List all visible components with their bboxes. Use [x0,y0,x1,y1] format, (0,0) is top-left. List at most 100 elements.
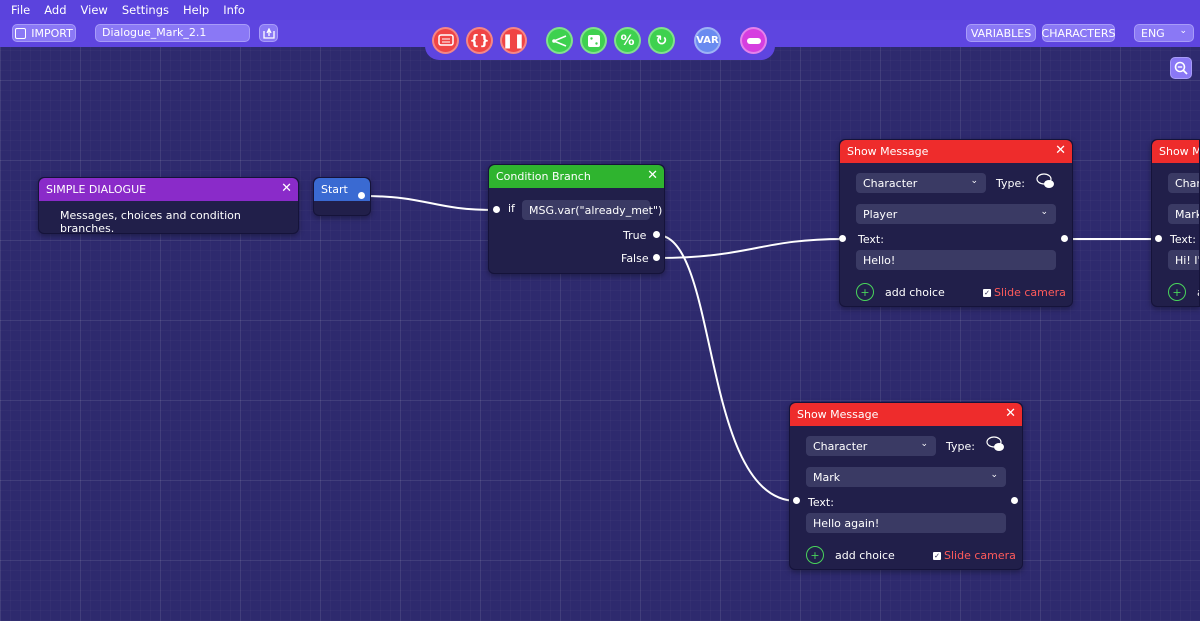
import-label: IMPORT [31,26,73,40]
message-node-button[interactable] [432,27,459,54]
true-output-port[interactable] [653,231,660,238]
false-output-port[interactable] [653,254,660,261]
filename-input[interactable]: Dialogue_Mark_2.1 [95,24,250,42]
message-node-title: Show Me [1159,145,1199,158]
import-button[interactable]: IMPORT [12,24,76,42]
comment-icon [746,37,761,44]
pause-node-button[interactable]: ❚❚ [500,27,527,54]
close-icon[interactable]: ✕ [1055,143,1066,158]
characters-button[interactable]: CHARACTERS [1042,24,1116,42]
wire-true-to-mark-message [656,234,798,502]
true-label: True [623,229,647,242]
menu-settings[interactable]: Settings [122,3,169,17]
menu-info[interactable]: Info [223,3,245,17]
condition-branch-node[interactable]: Condition Branch ✕ if MSG.var("already_m… [488,164,665,274]
variables-button[interactable]: VARIABLES [966,24,1036,42]
add-choice-button[interactable]: + [1168,283,1186,301]
slide-camera-checkbox[interactable]: ✓ [983,289,991,297]
start-node-title: Start [321,183,348,196]
chevron-down-icon: ⌄ [1179,26,1187,36]
add-choice-label: a [1197,286,1199,299]
random-node-button[interactable] [580,27,607,54]
var-node-button[interactable]: VAR [694,27,721,54]
intro-node-header[interactable]: SIMPLE DIALOGUE ✕ [39,178,298,201]
close-icon[interactable]: ✕ [1005,406,1016,421]
message-input-port[interactable] [793,497,800,504]
menu-view[interactable]: View [81,3,108,17]
chevron-down-icon: ⌄ [1040,207,1048,217]
close-icon[interactable]: ✕ [647,168,658,183]
message-node-title: Show Message [847,145,929,158]
chevron-down-icon: ⌄ [970,176,978,186]
text-label: Text: [1170,233,1196,246]
condition-node-header[interactable]: Condition Branch ✕ [489,165,664,188]
add-choice-button[interactable]: + [806,546,824,564]
branch-icon [551,34,566,47]
message-text-input[interactable]: Hi! I'm [1168,250,1199,270]
script-node-button[interactable]: {} [466,27,493,54]
add-choice-button[interactable]: + [856,283,874,301]
message-input-port[interactable] [839,235,846,242]
message-icon [437,33,454,46]
message-node-header[interactable]: Show Message ✕ [840,140,1072,163]
character-select[interactable]: Character ⌄ [856,173,986,193]
message-input-port[interactable] [1155,235,1162,242]
save-button[interactable] [259,24,278,42]
branch-node-button[interactable] [546,27,573,54]
language-select[interactable]: ENG ⌄ [1134,24,1194,42]
percent-icon: % [620,32,635,49]
message-node-header[interactable]: Show Me [1152,140,1199,163]
close-icon[interactable]: ✕ [281,181,292,196]
chevron-down-icon: ⌄ [990,470,998,480]
false-label: False [621,252,649,265]
intro-comment-node[interactable]: SIMPLE DIALOGUE ✕ Messages, choices and … [38,177,299,235]
zoom-out-icon [1174,61,1188,75]
message-output-port[interactable] [1061,235,1068,242]
speaker-select[interactable]: Mark ⌄ [806,467,1006,487]
chance-node-button[interactable]: % [614,27,641,54]
show-message-node-player[interactable]: Show Message ✕ Character ⌄ Type: Player … [839,139,1073,307]
check-icon: ✓ [984,289,990,297]
message-text-input[interactable]: Hello again! [806,513,1006,533]
slide-camera-label: Slide camera [994,286,1066,299]
refresh-icon: ↻ [655,32,668,49]
speaker-select[interactable]: Player ⌄ [856,204,1056,224]
show-message-node-offscreen[interactable]: Show Me Chara Mark Text: Hi! I'm + a [1151,139,1200,307]
message-output-port[interactable] [1011,497,1018,504]
add-choice-label: add choice [885,286,945,299]
slide-camera-label: Slide camera [944,549,1016,562]
slide-camera-checkbox[interactable]: ✓ [933,552,941,560]
if-label: if [508,202,515,215]
menu-help[interactable]: Help [183,3,209,17]
character-select[interactable]: Character ⌄ [806,436,936,456]
plus-icon: + [810,548,820,562]
comment-node-button[interactable] [740,27,767,54]
speech-bubble-icon[interactable] [986,435,1006,453]
message-text-input[interactable]: Hello! [856,250,1056,270]
var-label: VAR [696,35,719,46]
character-select-value: Character [813,439,868,453]
check-icon: ✓ [934,552,940,560]
message-node-header[interactable]: Show Message ✕ [790,403,1022,426]
wire-start-to-condition [361,195,498,211]
condition-input-port[interactable] [493,206,500,213]
show-message-node-mark[interactable]: Show Message ✕ Character ⌄ Type: Mark ⌄ … [789,402,1023,570]
speech-bubble-icon[interactable] [1036,172,1056,190]
menu-file[interactable]: File [11,3,30,17]
character-select[interactable]: Chara [1168,173,1199,193]
intro-node-text: Messages, choices and condition branches… [60,209,241,235]
menu-bar: File Add View Settings Help Info [0,0,1200,20]
plus-icon: + [1172,285,1182,299]
speaker-select[interactable]: Mark [1168,204,1199,224]
import-icon [15,27,27,39]
condition-expression-input[interactable]: MSG.var("already_met") [522,200,662,220]
type-label: Type: [946,440,975,453]
repeat-node-button[interactable]: ↻ [648,27,675,54]
pause-icon: ❚❚ [501,32,526,49]
menu-add[interactable]: Add [44,3,66,17]
start-output-port[interactable] [358,192,365,199]
language-value: ENG [1141,26,1165,40]
message-node-title: Show Message [797,408,879,421]
character-select-value: Character [863,176,918,190]
zoom-button[interactable] [1170,57,1192,79]
